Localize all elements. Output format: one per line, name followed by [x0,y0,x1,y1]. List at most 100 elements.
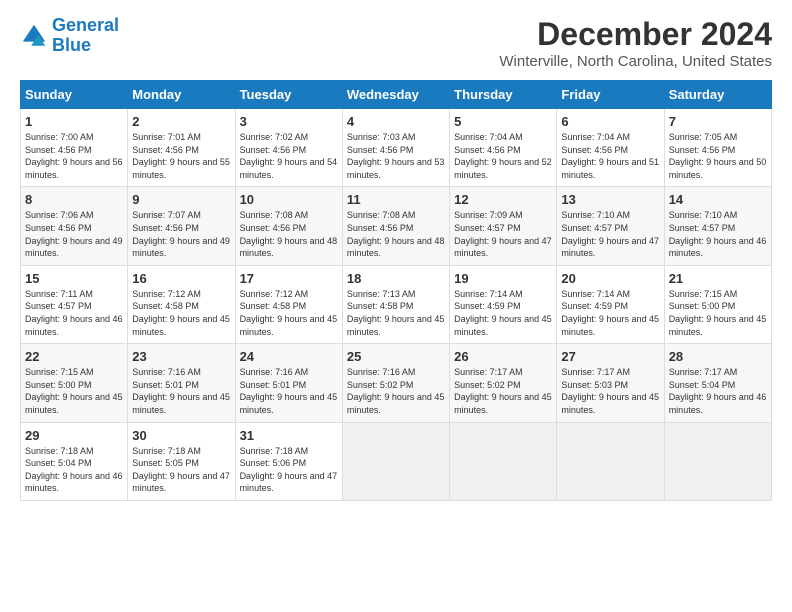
day-info: Sunrise: 7:04 AMSunset: 4:56 PMDaylight:… [454,131,552,181]
calendar-cell: 15 Sunrise: 7:11 AMSunset: 4:57 PMDaylig… [21,265,128,343]
day-info: Sunrise: 7:14 AMSunset: 4:59 PMDaylight:… [561,288,659,338]
calendar-cell: 5 Sunrise: 7:04 AMSunset: 4:56 PMDayligh… [450,109,557,187]
calendar-cell: 2 Sunrise: 7:01 AMSunset: 4:56 PMDayligh… [128,109,235,187]
day-number: 6 [561,114,659,129]
day-info: Sunrise: 7:17 AMSunset: 5:04 PMDaylight:… [669,366,767,416]
day-number: 2 [132,114,230,129]
day-info: Sunrise: 7:10 AMSunset: 4:57 PMDaylight:… [669,209,767,259]
calendar-cell: 4 Sunrise: 7:03 AMSunset: 4:56 PMDayligh… [342,109,449,187]
title-block: December 2024 Winterville, North Carolin… [499,16,772,70]
day-info: Sunrise: 7:10 AMSunset: 4:57 PMDaylight:… [561,209,659,259]
calendar-cell: 25 Sunrise: 7:16 AMSunset: 5:02 PMDaylig… [342,344,449,422]
day-number: 30 [132,428,230,443]
day-number: 16 [132,271,230,286]
day-info: Sunrise: 7:16 AMSunset: 5:02 PMDaylight:… [347,366,445,416]
day-number: 23 [132,349,230,364]
calendar-cell [450,422,557,500]
day-number: 13 [561,192,659,207]
day-number: 26 [454,349,552,364]
day-info: Sunrise: 7:01 AMSunset: 4:56 PMDaylight:… [132,131,230,181]
calendar-cell: 7 Sunrise: 7:05 AMSunset: 4:56 PMDayligh… [664,109,771,187]
day-number: 31 [240,428,338,443]
calendar-week-row: 29 Sunrise: 7:18 AMSunset: 5:04 PMDaylig… [21,422,772,500]
day-info: Sunrise: 7:18 AMSunset: 5:06 PMDaylight:… [240,445,338,495]
calendar-week-row: 8 Sunrise: 7:06 AMSunset: 4:56 PMDayligh… [21,187,772,265]
calendar-table: SundayMondayTuesdayWednesdayThursdayFrid… [20,80,772,501]
logo-icon [20,22,48,50]
calendar-cell: 26 Sunrise: 7:17 AMSunset: 5:02 PMDaylig… [450,344,557,422]
weekday-header-wednesday: Wednesday [342,81,449,109]
day-number: 4 [347,114,445,129]
day-info: Sunrise: 7:12 AMSunset: 4:58 PMDaylight:… [240,288,338,338]
calendar-week-row: 22 Sunrise: 7:15 AMSunset: 5:00 PMDaylig… [21,344,772,422]
day-info: Sunrise: 7:06 AMSunset: 4:56 PMDaylight:… [25,209,123,259]
calendar-cell: 13 Sunrise: 7:10 AMSunset: 4:57 PMDaylig… [557,187,664,265]
calendar-cell: 9 Sunrise: 7:07 AMSunset: 4:56 PMDayligh… [128,187,235,265]
calendar-cell: 16 Sunrise: 7:12 AMSunset: 4:58 PMDaylig… [128,265,235,343]
day-number: 28 [669,349,767,364]
day-info: Sunrise: 7:14 AMSunset: 4:59 PMDaylight:… [454,288,552,338]
day-number: 29 [25,428,123,443]
day-number: 21 [669,271,767,286]
day-number: 22 [25,349,123,364]
day-info: Sunrise: 7:12 AMSunset: 4:58 PMDaylight:… [132,288,230,338]
calendar-cell: 8 Sunrise: 7:06 AMSunset: 4:56 PMDayligh… [21,187,128,265]
logo-text: General Blue [52,16,119,56]
weekday-header-sunday: Sunday [21,81,128,109]
calendar-cell: 20 Sunrise: 7:14 AMSunset: 4:59 PMDaylig… [557,265,664,343]
calendar-cell: 1 Sunrise: 7:00 AMSunset: 4:56 PMDayligh… [21,109,128,187]
day-number: 12 [454,192,552,207]
calendar-cell: 21 Sunrise: 7:15 AMSunset: 5:00 PMDaylig… [664,265,771,343]
day-info: Sunrise: 7:16 AMSunset: 5:01 PMDaylight:… [240,366,338,416]
day-info: Sunrise: 7:02 AMSunset: 4:56 PMDaylight:… [240,131,338,181]
day-number: 14 [669,192,767,207]
day-number: 1 [25,114,123,129]
weekday-header-friday: Friday [557,81,664,109]
calendar-cell: 3 Sunrise: 7:02 AMSunset: 4:56 PMDayligh… [235,109,342,187]
calendar-cell: 29 Sunrise: 7:18 AMSunset: 5:04 PMDaylig… [21,422,128,500]
calendar-subtitle: Winterville, North Carolina, United Stat… [499,53,772,70]
calendar-cell: 17 Sunrise: 7:12 AMSunset: 4:58 PMDaylig… [235,265,342,343]
day-info: Sunrise: 7:15 AMSunset: 5:00 PMDaylight:… [25,366,123,416]
calendar-cell: 18 Sunrise: 7:13 AMSunset: 4:58 PMDaylig… [342,265,449,343]
day-number: 18 [347,271,445,286]
calendar-cell: 23 Sunrise: 7:16 AMSunset: 5:01 PMDaylig… [128,344,235,422]
day-number: 8 [25,192,123,207]
calendar-week-row: 1 Sunrise: 7:00 AMSunset: 4:56 PMDayligh… [21,109,772,187]
day-info: Sunrise: 7:15 AMSunset: 5:00 PMDaylight:… [669,288,767,338]
calendar-cell: 6 Sunrise: 7:04 AMSunset: 4:56 PMDayligh… [557,109,664,187]
weekday-header-tuesday: Tuesday [235,81,342,109]
day-number: 11 [347,192,445,207]
day-info: Sunrise: 7:16 AMSunset: 5:01 PMDaylight:… [132,366,230,416]
day-info: Sunrise: 7:18 AMSunset: 5:05 PMDaylight:… [132,445,230,495]
calendar-cell [664,422,771,500]
day-number: 5 [454,114,552,129]
day-number: 9 [132,192,230,207]
calendar-week-row: 15 Sunrise: 7:11 AMSunset: 4:57 PMDaylig… [21,265,772,343]
calendar-title: December 2024 [499,16,772,53]
logo: General Blue [20,16,119,56]
weekday-header-row: SundayMondayTuesdayWednesdayThursdayFrid… [21,81,772,109]
calendar-cell: 28 Sunrise: 7:17 AMSunset: 5:04 PMDaylig… [664,344,771,422]
day-info: Sunrise: 7:13 AMSunset: 4:58 PMDaylight:… [347,288,445,338]
day-info: Sunrise: 7:09 AMSunset: 4:57 PMDaylight:… [454,209,552,259]
page-header: General Blue December 2024 Winterville, … [20,16,772,70]
day-info: Sunrise: 7:08 AMSunset: 4:56 PMDaylight:… [240,209,338,259]
calendar-cell: 24 Sunrise: 7:16 AMSunset: 5:01 PMDaylig… [235,344,342,422]
weekday-header-saturday: Saturday [664,81,771,109]
day-number: 27 [561,349,659,364]
day-info: Sunrise: 7:11 AMSunset: 4:57 PMDaylight:… [25,288,123,338]
day-info: Sunrise: 7:00 AMSunset: 4:56 PMDaylight:… [25,131,123,181]
calendar-cell: 19 Sunrise: 7:14 AMSunset: 4:59 PMDaylig… [450,265,557,343]
day-info: Sunrise: 7:17 AMSunset: 5:02 PMDaylight:… [454,366,552,416]
day-info: Sunrise: 7:05 AMSunset: 4:56 PMDaylight:… [669,131,767,181]
day-number: 25 [347,349,445,364]
calendar-cell [557,422,664,500]
day-info: Sunrise: 7:04 AMSunset: 4:56 PMDaylight:… [561,131,659,181]
day-number: 15 [25,271,123,286]
day-number: 19 [454,271,552,286]
day-info: Sunrise: 7:18 AMSunset: 5:04 PMDaylight:… [25,445,123,495]
day-info: Sunrise: 7:07 AMSunset: 4:56 PMDaylight:… [132,209,230,259]
day-number: 20 [561,271,659,286]
day-info: Sunrise: 7:08 AMSunset: 4:56 PMDaylight:… [347,209,445,259]
